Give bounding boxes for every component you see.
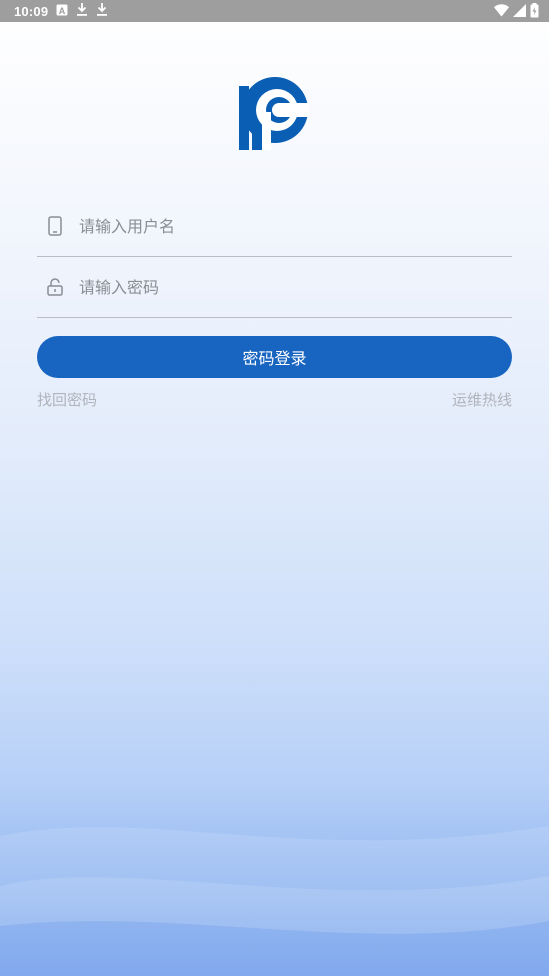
- signal-icon: [513, 4, 526, 20]
- download-icon: [96, 3, 108, 19]
- a-notification-icon: A: [56, 4, 68, 19]
- forgot-password-link[interactable]: 找回密码: [37, 389, 97, 410]
- background-wave: [0, 826, 549, 976]
- phone-icon: [37, 216, 73, 236]
- password-field: [37, 257, 512, 318]
- status-bar: 10:09 A: [0, 0, 549, 22]
- battery-icon: [530, 3, 539, 21]
- password-login-button[interactable]: 密码登录: [37, 336, 512, 378]
- pc-logo: [239, 76, 311, 152]
- svg-text:A: A: [59, 6, 66, 16]
- username-input[interactable]: [79, 216, 512, 236]
- ops-hotline-link[interactable]: 运维热线: [452, 389, 512, 410]
- password-input[interactable]: [79, 277, 512, 297]
- username-field: [37, 196, 512, 257]
- status-time: 10:09: [14, 3, 49, 19]
- wifi-icon: [494, 4, 509, 20]
- lock-icon: [37, 278, 73, 296]
- download-icon: [76, 3, 88, 19]
